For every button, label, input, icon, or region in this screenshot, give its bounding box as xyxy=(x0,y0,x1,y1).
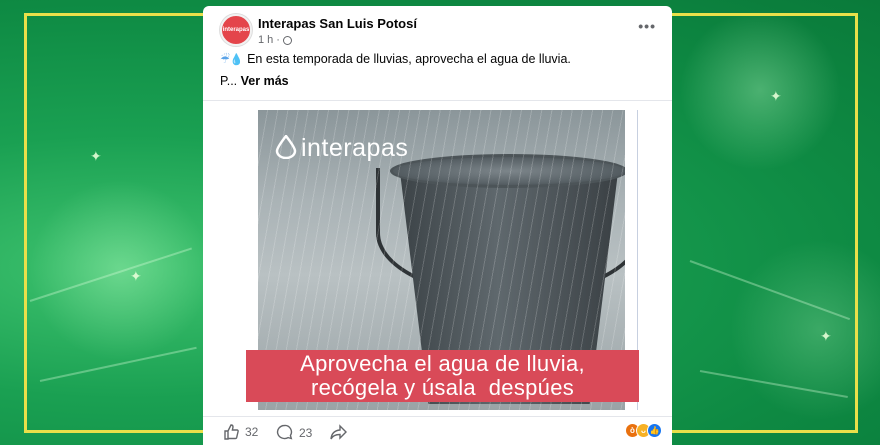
post-meta: 1 h · xyxy=(258,34,292,46)
post-body: En esta temporada de lluvias, aprovecha … xyxy=(247,52,571,66)
like-button[interactable]: 32 xyxy=(223,424,258,440)
share-button[interactable] xyxy=(330,424,347,441)
rain-cloud-icon: ☔ xyxy=(220,53,230,66)
see-more-link[interactable]: Ver más xyxy=(241,74,289,88)
divider xyxy=(203,100,672,101)
like-count: 32 xyxy=(245,425,259,439)
post-time[interactable]: 1 h xyxy=(258,34,273,46)
caption-line-1: Aprovecha el agua de lluvia, xyxy=(300,351,585,376)
reactions-summary[interactable]: ò ᴗ 👍 xyxy=(625,423,662,438)
page-name-link[interactable]: Interapas San Luis Potosí xyxy=(258,16,417,31)
meta-separator: · xyxy=(276,34,280,46)
more-options-button[interactable]: ••• xyxy=(638,18,656,34)
comment-count: 23 xyxy=(299,425,313,440)
avatar-logo: interapas xyxy=(222,27,250,33)
droplet-icon: 💧 xyxy=(229,53,244,66)
thumbs-up-icon xyxy=(224,424,239,440)
facebook-post: interapas Interapas San Luis Potosí 1 h … xyxy=(203,6,672,445)
page-avatar[interactable]: interapas xyxy=(220,14,252,46)
see-more: P... Ver más xyxy=(220,74,289,88)
post-footer: 32 23 ò ᴗ 👍 xyxy=(203,416,672,445)
caption-line-2: recógela y úsala despúes xyxy=(310,375,575,400)
globe-icon xyxy=(282,35,292,45)
image-caption: Aprovecha el agua de lluvia, recógela y … xyxy=(246,350,639,402)
truncated-prefix: P... xyxy=(220,74,238,88)
comment-button[interactable]: 23 xyxy=(276,424,312,441)
share-icon xyxy=(330,424,347,440)
post-header: interapas Interapas San Luis Potosí 1 h … xyxy=(220,14,658,50)
post-text: ☔💧 En esta temporada de lluvias, aprovec… xyxy=(220,52,571,66)
comment-icon xyxy=(276,424,293,440)
like-reaction-icon: 👍 xyxy=(647,423,662,438)
